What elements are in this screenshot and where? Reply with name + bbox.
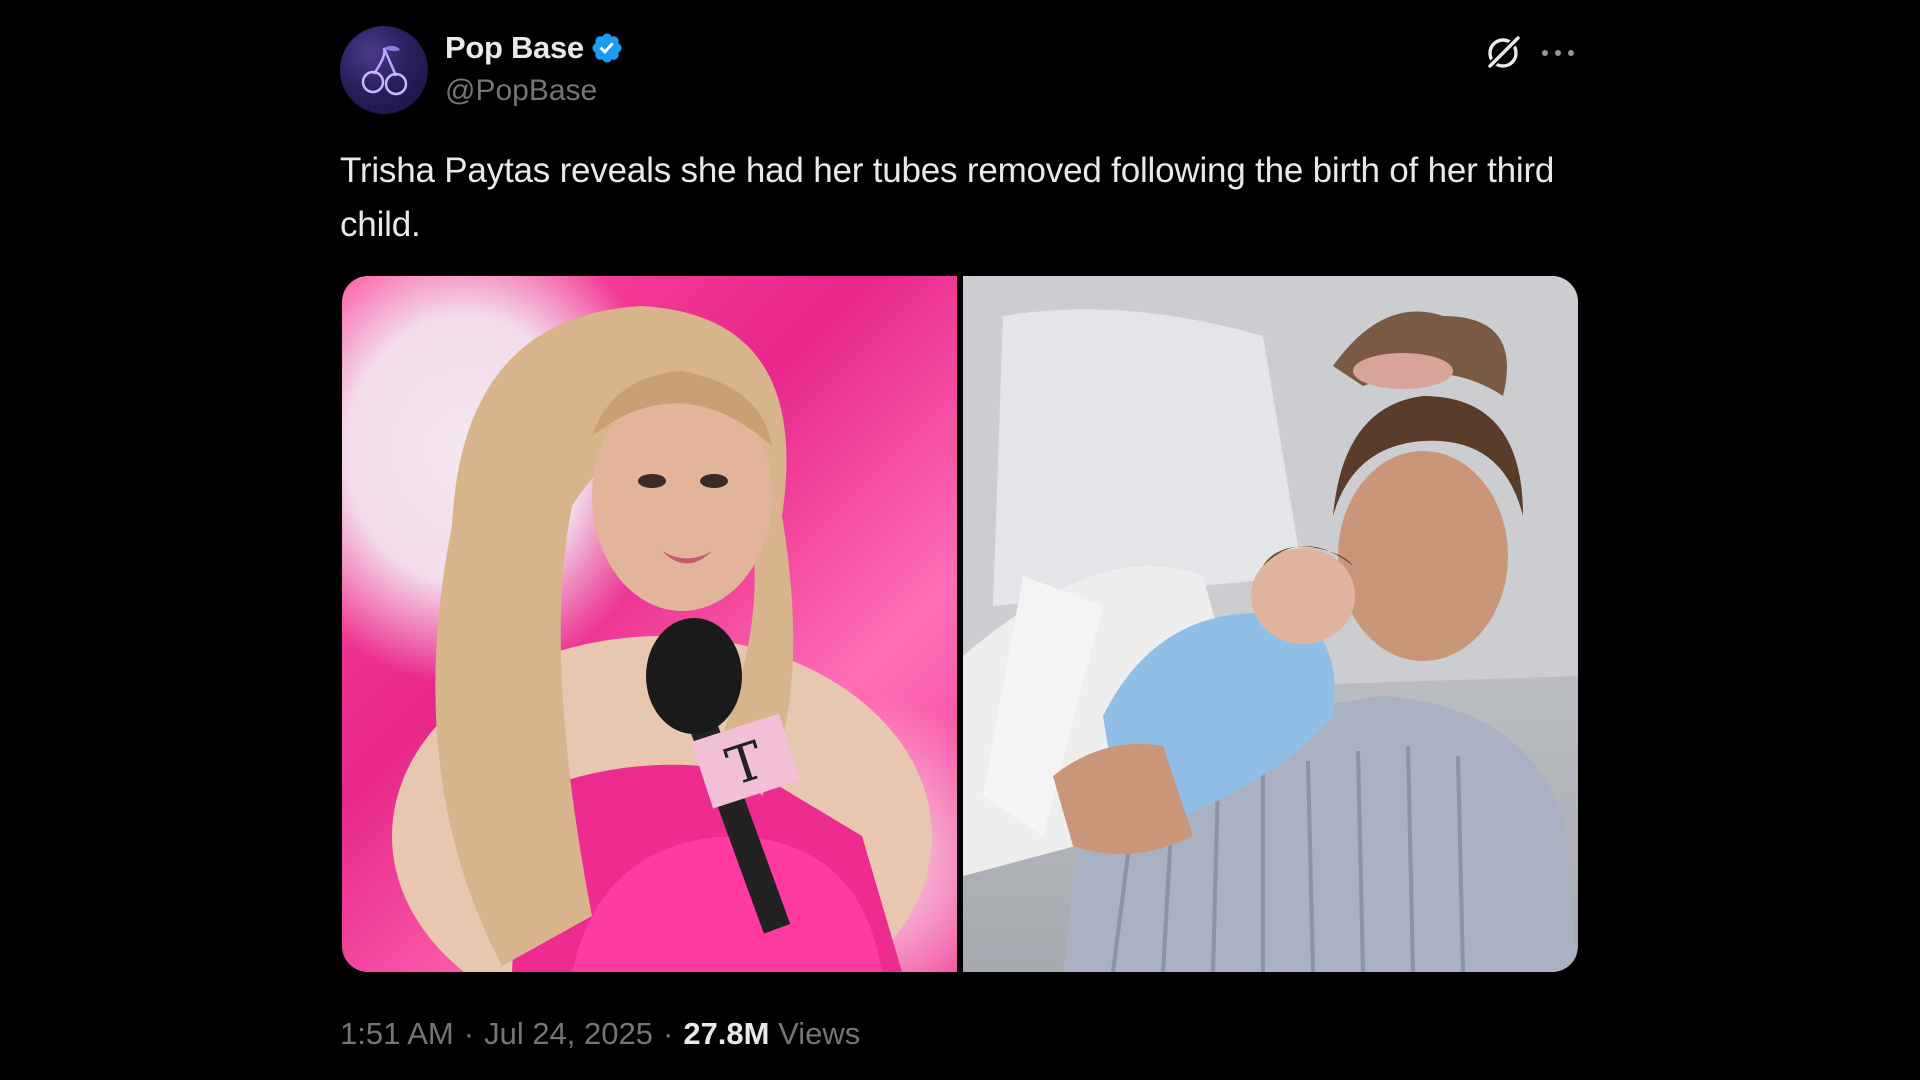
tweet-card: Pop Base @PopBase Trisha Paytas reveals … [340,24,1578,1051]
views-count: 27.8M [683,1016,770,1051]
views: 27.8M Views [683,1016,860,1052]
dot [1542,50,1548,56]
separator: · [463,1016,475,1051]
views-label: Views [778,1016,861,1051]
grok-icon[interactable] [1482,32,1524,74]
verified-badge-icon [592,33,622,63]
tweet-text: Trisha Paytas reveals she had her tubes … [340,151,1555,244]
tweet-header: Pop Base @PopBase [340,24,1578,116]
name-row: Pop Base [445,30,624,66]
media-grid: T [342,276,1578,972]
tweet-date[interactable]: Jul 24, 2025 [484,1016,653,1052]
media-photo-2[interactable] [963,276,1578,972]
display-name[interactable]: Pop Base [445,30,584,66]
cherries-icon [361,45,408,96]
more-options-icon[interactable] [1538,38,1578,68]
dot [1555,50,1561,56]
media-photo-1[interactable]: T [342,276,957,972]
avatar[interactable] [340,26,428,114]
handle[interactable]: @PopBase [445,74,597,108]
tweet-time[interactable]: 1:51 AM [340,1016,454,1052]
dot [1568,50,1574,56]
separator: · [663,1016,674,1051]
photo-illustration [963,276,1578,972]
photo-illustration: T [392,306,932,972]
tweet-meta: 1:51 AM · Jul 24, 2025 · 27.8M Views [340,1016,860,1052]
